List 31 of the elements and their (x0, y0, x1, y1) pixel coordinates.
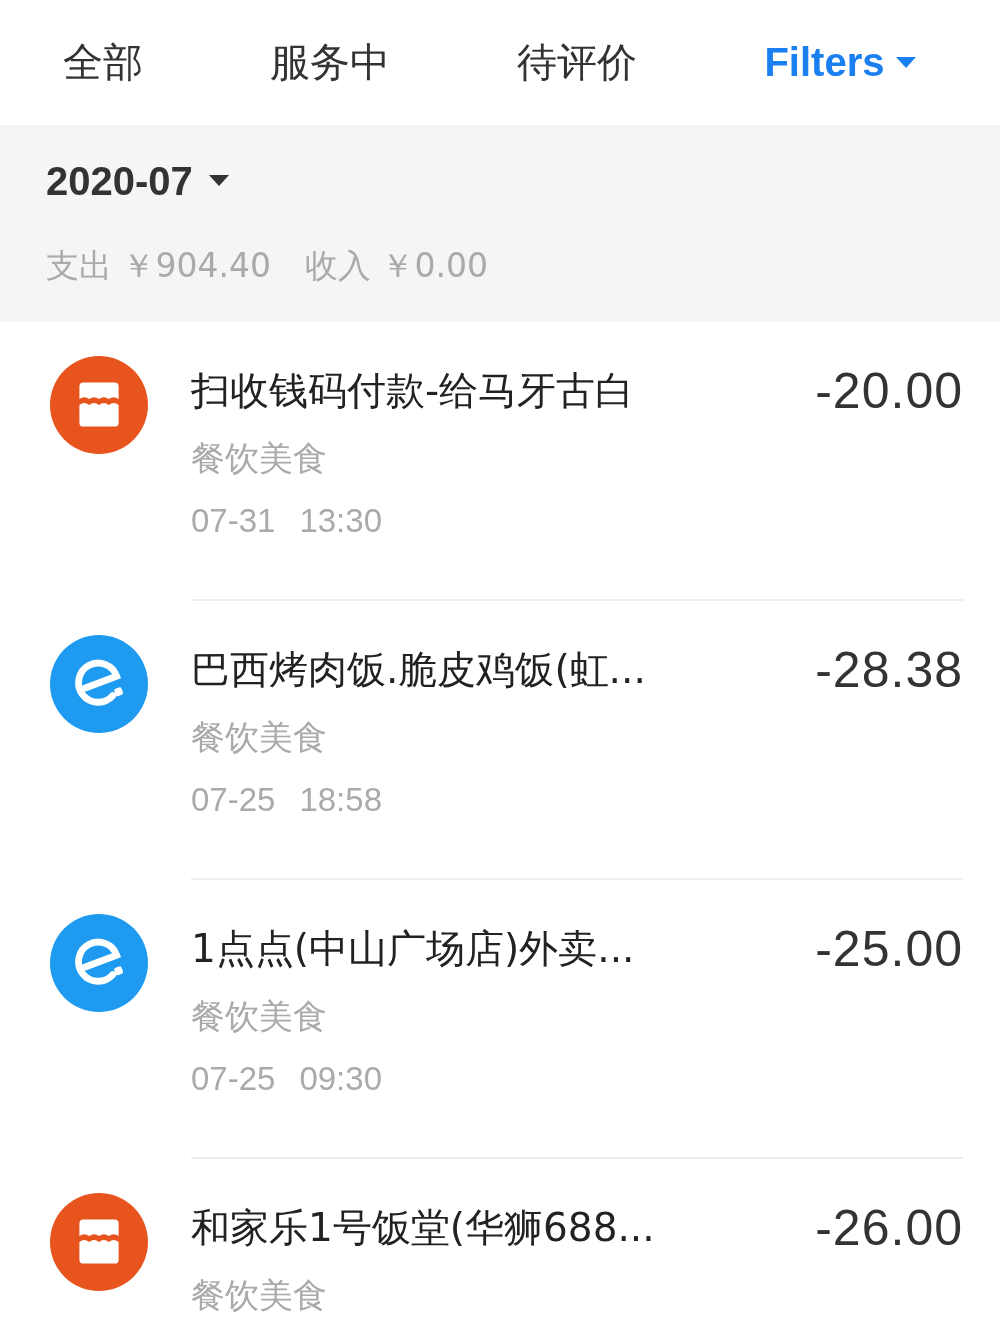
transaction-date: 07-25 (191, 1060, 276, 1097)
transaction-amount: -26.00 (815, 1199, 963, 1257)
tab[interactable]: 全部 (63, 25, 144, 100)
transaction-amount: -20.00 (815, 362, 963, 420)
transaction-date: 07-31 (191, 502, 276, 539)
summary-text: 收入 ￥0.00 (304, 244, 488, 287)
letter-e-logo-icon (50, 635, 148, 733)
caret-icon (208, 175, 229, 187)
transaction-title: 扫收钱码付款-给马牙古白 (191, 367, 635, 415)
storefront-icon (50, 1193, 148, 1291)
tab[interactable]: 服务中 (270, 25, 391, 100)
transaction-title: 1点点(中山广场店)外卖... (191, 925, 635, 973)
transaction-title: 和家乐1号饭堂(华狮688... (191, 1204, 655, 1252)
transaction-date: 07-25 (191, 781, 276, 818)
summary-text: 支出 ￥904.40 (46, 244, 271, 287)
transaction-category: 餐饮美食 (191, 716, 328, 759)
transaction-time: 13:30 (299, 502, 382, 539)
transaction-time: 18:58 (299, 781, 382, 818)
storefront-icon (50, 356, 148, 454)
tab[interactable]: 待评价 (517, 25, 638, 100)
transaction-amount: -25.00 (815, 920, 963, 978)
transaction-category: 餐饮美食 (191, 437, 328, 480)
transaction-time: 09:30 (299, 1060, 382, 1097)
transaction-amount: -28.38 (815, 641, 963, 699)
transaction-category: 餐饮美食 (191, 1274, 328, 1317)
caret-icon (896, 56, 917, 69)
month-picker[interactable]: 2020-07 (46, 158, 229, 204)
transaction-category: 餐饮美食 (191, 995, 328, 1038)
letter-e-logo-icon (50, 914, 148, 1012)
filters-dropdown[interactable]: Filters (764, 40, 917, 85)
transaction-title: 巴西烤肉饭.脆皮鸡饭(虹... (191, 646, 646, 694)
